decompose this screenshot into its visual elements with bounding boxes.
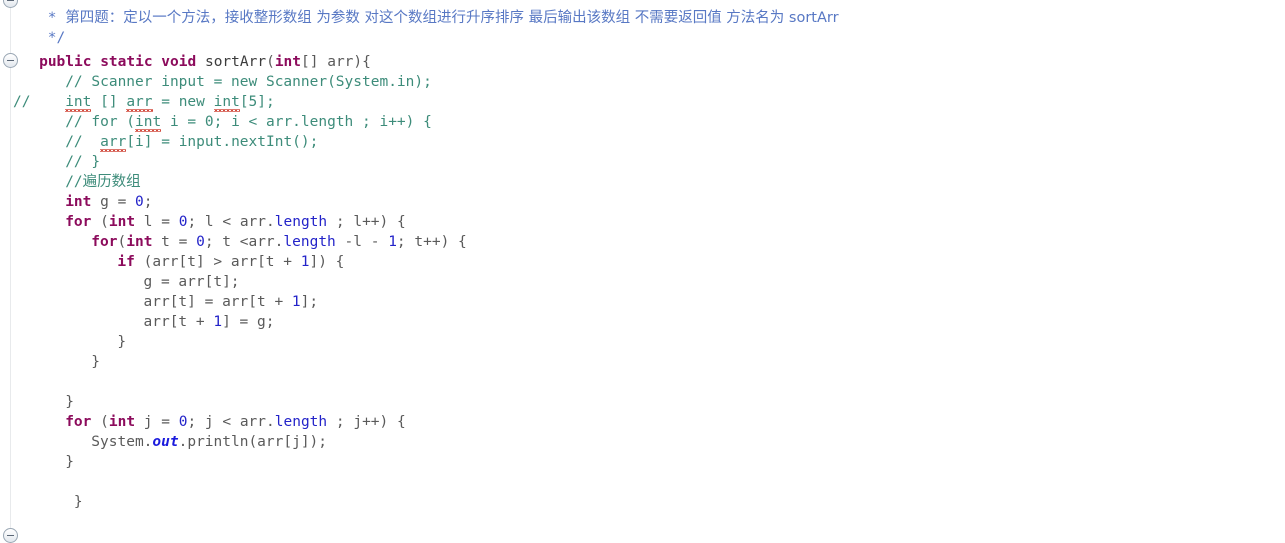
code-token: ( — [117, 234, 127, 250]
code-token: // Scanner input = new Scanner(System.in… — [65, 74, 432, 90]
code-token: */ — [47, 30, 66, 46]
code-token: ){ — [353, 54, 371, 70]
code-line-text: g = arr[t]; — [144, 272, 240, 292]
code-token: } — [65, 394, 74, 410]
code-token: public static void — [39, 54, 205, 70]
code-token: j = — [135, 414, 179, 430]
code-token: [i] = input.nextInt(); — [126, 134, 319, 150]
code-token: t = — [152, 234, 197, 250]
code-token: [] — [301, 54, 328, 70]
code-token: l = — [135, 214, 179, 230]
code-token: -l - — [335, 234, 389, 250]
code-token: ; j < arr. — [187, 414, 275, 430]
code-token: 1 — [291, 294, 301, 310]
code-token: * — [47, 10, 66, 26]
code-line-text: for (int j = 0; j < arr.length ; j++) { — [65, 412, 406, 432]
code-editor[interactable]: /*** 第四题：定以一个方法，接收整形数组 为参数 对这个数组进行升序排序 最… — [0, 0, 1285, 543]
code-token: [] — [91, 94, 127, 110]
code-token: 第四题：定以一个方法，接收整形数组 为参数 对这个数组进行升序排序 最后输出该数… — [65, 10, 839, 26]
code-token: int — [213, 94, 241, 112]
code-token: 0 — [196, 234, 205, 250]
code-token: g = arr[t]; — [143, 274, 240, 290]
code-token: for — [91, 234, 118, 250]
code-content-area[interactable]: /*** 第四题：定以一个方法，接收整形数组 为参数 对这个数组进行升序排序 最… — [0, 0, 1285, 537]
code-token: // for ( — [65, 114, 136, 130]
code-token: sortArr — [204, 54, 267, 70]
code-token: ] = g; — [222, 314, 275, 330]
code-token: 0 — [135, 194, 144, 210]
code-line-text: // Scanner input = new Scanner(System.in… — [65, 72, 432, 92]
code-token: } — [91, 354, 101, 370]
code-token: ; t <arr. — [204, 234, 284, 250]
code-line-text: } — [74, 492, 83, 512]
code-token: // } — [65, 154, 101, 170]
code-token: // — [65, 134, 101, 150]
code-token: ( — [266, 54, 275, 70]
code-token: } — [117, 334, 127, 350]
code-token: out — [152, 434, 179, 450]
code-line-text: * 第四题：定以一个方法，接收整形数组 为参数 对这个数组进行升序排序 最后输出… — [48, 8, 839, 28]
code-token: int — [135, 114, 162, 132]
line-comment-marker: // — [13, 94, 31, 110]
code-token: ; j++) { — [327, 414, 406, 430]
code-token: if — [117, 254, 135, 270]
code-line-text: */ — [48, 28, 65, 48]
code-token: g = — [91, 194, 136, 210]
code-line-text: for(int t = 0; t <arr.length -l - 1; t++… — [91, 232, 466, 252]
code-token: arr — [327, 54, 354, 70]
code-token: int — [274, 54, 302, 70]
code-token: arr[t] = arr[t + — [143, 294, 292, 310]
code-token: 1 — [388, 234, 397, 250]
code-line-text: // for (int i = 0; i < arr.length ; i++)… — [65, 112, 432, 132]
code-token: // — [65, 174, 83, 190]
code-token: ; — [143, 194, 153, 210]
code-token: length — [283, 234, 336, 250]
code-token: ]; — [300, 294, 319, 310]
code-line-text: System.out.println(arr[j]); — [91, 432, 327, 452]
code-token: [5]; — [239, 94, 275, 110]
code-token: ( — [91, 414, 109, 430]
code-token: length — [274, 214, 328, 230]
code-token: ; l++) { — [327, 214, 406, 230]
code-token: i = 0; i < arr.length ; i++) { — [161, 114, 432, 130]
code-token: int — [65, 94, 92, 112]
code-line-text: } — [65, 452, 74, 472]
code-token: int — [108, 414, 136, 430]
code-token: int — [126, 234, 153, 250]
code-line-text: } — [65, 392, 74, 412]
code-line-text: // } — [65, 152, 100, 172]
code-token: System. — [91, 434, 153, 450]
code-token: ; t++) { — [396, 234, 467, 250]
code-line-text: } — [117, 332, 126, 352]
code-token: for — [65, 414, 92, 430]
code-token: arr — [100, 134, 127, 152]
code-token: for — [65, 214, 92, 230]
code-token: } — [73, 494, 83, 510]
code-line-text: int [] arr = new int[5]; — [65, 92, 275, 112]
code-line-text: int g = 0; — [65, 192, 152, 212]
code-token: length — [274, 414, 328, 430]
code-token: int — [108, 214, 136, 230]
code-token: ; l < arr. — [187, 214, 275, 230]
code-token: = new — [152, 94, 214, 110]
code-line-text: } — [91, 352, 100, 372]
code-token: arr[t + — [143, 314, 214, 330]
code-token: arr — [126, 94, 153, 112]
code-token: .println(arr[j]); — [178, 434, 328, 450]
code-line-text: arr[t + 1] = g; — [144, 312, 275, 332]
code-token: 遍历数组 — [82, 174, 141, 190]
code-token: 1 — [213, 314, 223, 330]
code-line-text: for (int l = 0; l < arr.length ; l++) { — [65, 212, 406, 232]
code-line-text: if (arr[t] > arr[t + 1]) { — [117, 252, 344, 272]
code-token: } — [65, 454, 74, 470]
code-line-text: // arr[i] = input.nextInt(); — [65, 132, 318, 152]
code-token: (arr[t] > arr[t + — [134, 254, 301, 270]
code-token: ]) { — [309, 254, 345, 270]
code-line-text: arr[t] = arr[t + 1]; — [144, 292, 319, 312]
code-line-text: //遍历数组 — [65, 172, 140, 192]
code-token: ( — [91, 214, 109, 230]
code-token: int — [65, 194, 92, 210]
code-line-text: public static void sortArr(int[] arr){ — [39, 52, 371, 72]
